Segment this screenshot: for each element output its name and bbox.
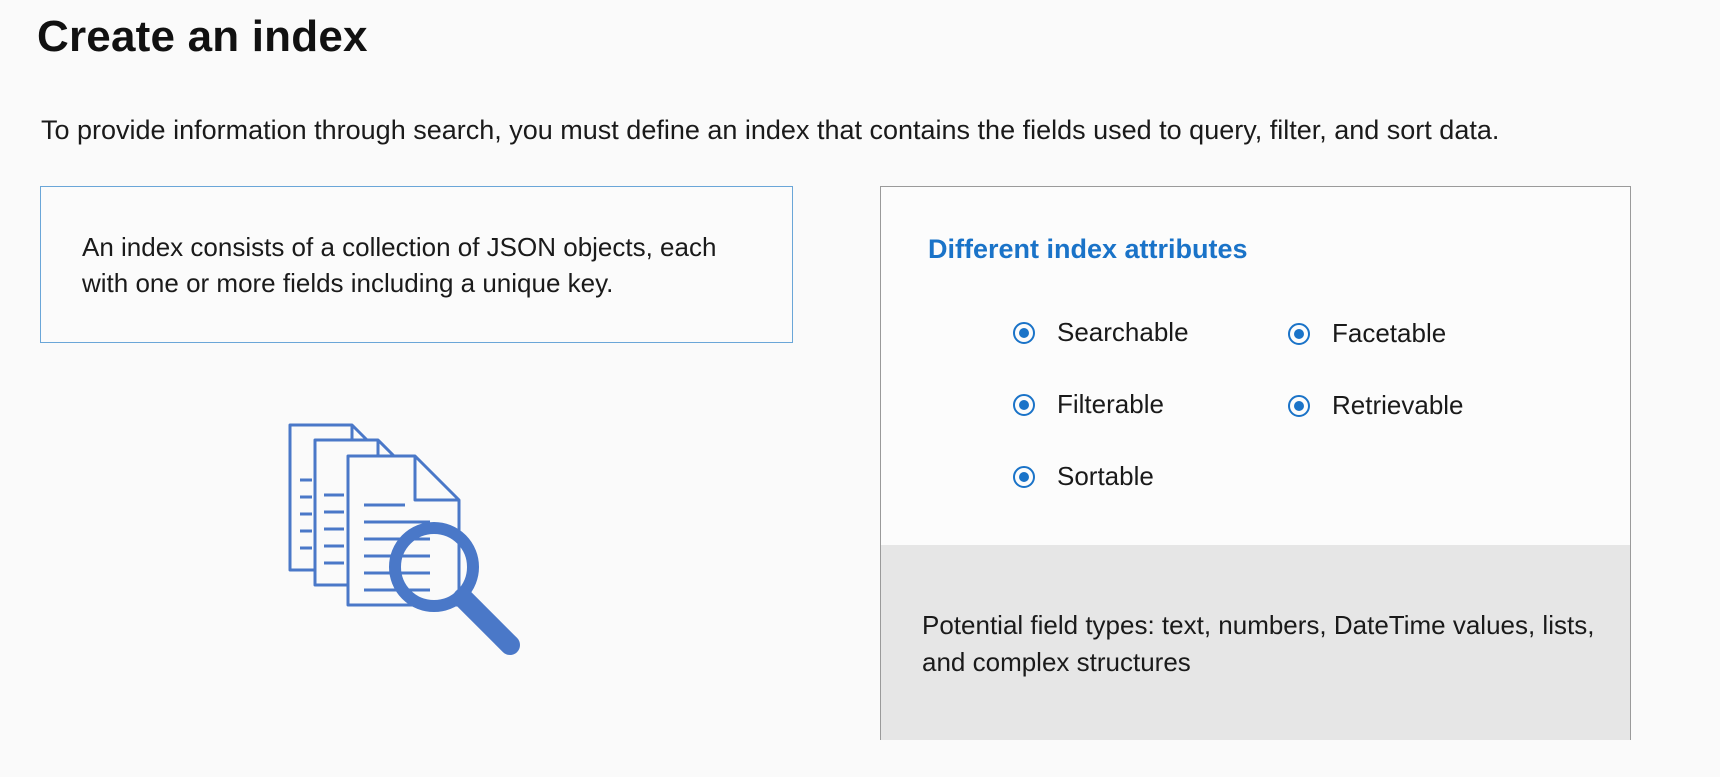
attributes-heading: Different index attributes — [928, 234, 1248, 264]
field-types-panel: Potential field types: text, numbers, Da… — [881, 545, 1630, 740]
page-subtitle: To provide information through search, y… — [41, 115, 1500, 145]
attribute-retrievable: Retrievable — [1288, 390, 1464, 421]
documents-magnifier-icon — [280, 420, 540, 670]
documents-magnifier-graphic — [288, 423, 520, 655]
attribute-label: Searchable — [1057, 317, 1189, 347]
attribute-facetable: Facetable — [1288, 318, 1446, 349]
field-types-text: Potential field types: text, numbers, Da… — [922, 610, 1595, 677]
definition-box: An index consists of a collection of JSO… — [40, 186, 793, 343]
radio-selected-icon — [1288, 322, 1310, 345]
attribute-searchable: Searchable — [1013, 317, 1189, 348]
definition-text: An index consists of a collection of JSO… — [82, 232, 717, 298]
attribute-sortable: Sortable — [1013, 461, 1154, 492]
radio-selected-icon — [1013, 393, 1035, 416]
attribute-label: Filterable — [1057, 389, 1164, 419]
magnifier-handle — [453, 588, 520, 655]
attribute-label: Facetable — [1332, 318, 1447, 348]
radio-selected-icon — [1013, 321, 1035, 344]
page-title: Create an index — [37, 12, 368, 61]
radio-selected-icon — [1288, 394, 1310, 417]
attribute-label: Sortable — [1057, 461, 1154, 491]
radio-selected-icon — [1013, 465, 1035, 488]
attributes-card: Different index attributes Searchable Fa… — [880, 186, 1631, 740]
attribute-filterable: Filterable — [1013, 389, 1164, 420]
attribute-label: Retrievable — [1332, 390, 1464, 420]
